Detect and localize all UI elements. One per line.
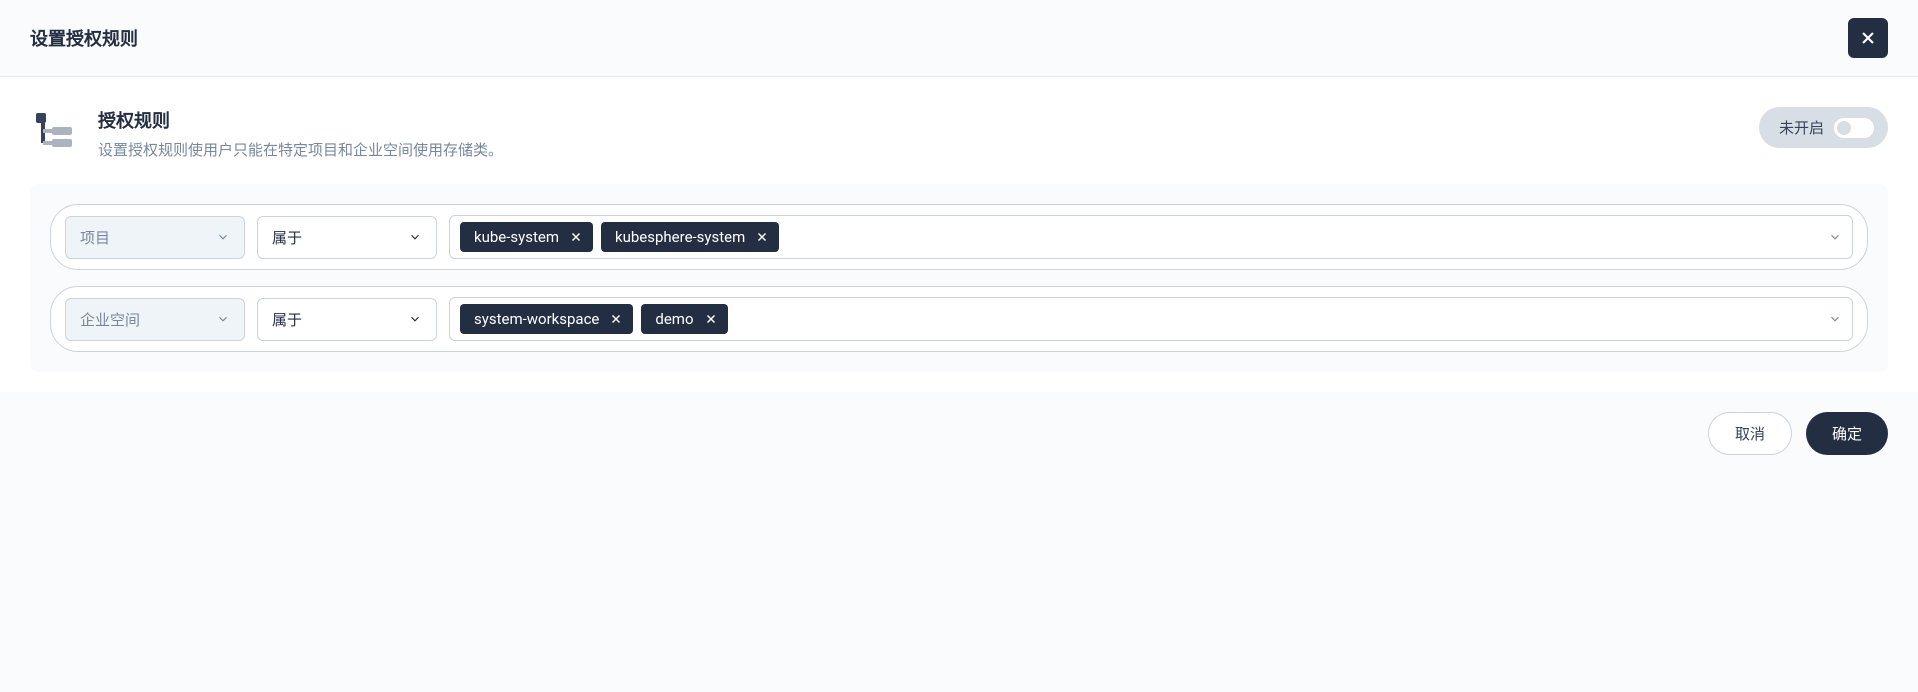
tag-label: kubesphere-system: [615, 228, 745, 246]
remove-tag-icon[interactable]: [704, 312, 718, 326]
modal-header: 设置授权规则: [0, 0, 1918, 77]
tag-input-project[interactable]: kube-system kubesphere-system: [449, 215, 1853, 259]
tag-kube-system: kube-system: [460, 222, 593, 252]
scope-select-project[interactable]: 项目: [65, 216, 245, 259]
chevron-down-icon: [408, 230, 422, 244]
modal-body: 授权规则 设置授权规则使用户只能在特定项目和企业空间使用存储类。 未开启 项目 …: [0, 77, 1918, 392]
section-header: 授权规则 设置授权规则使用户只能在特定项目和企业空间使用存储类。 未开启: [30, 107, 1888, 160]
operator-select-project[interactable]: 属于: [257, 216, 437, 259]
rules-icon: [30, 107, 78, 155]
operator-select-workspace[interactable]: 属于: [257, 298, 437, 341]
enable-toggle[interactable]: 未开启: [1759, 107, 1888, 148]
remove-tag-icon[interactable]: [609, 312, 623, 326]
confirm-button[interactable]: 确定: [1806, 412, 1888, 455]
remove-tag-icon[interactable]: [569, 230, 583, 244]
scope-select-label: 企业空间: [80, 309, 140, 330]
operator-select-label: 属于: [272, 227, 302, 248]
tag-label: demo: [655, 310, 693, 328]
modal-footer: 取消 确定: [0, 392, 1918, 475]
scope-select-label: 项目: [80, 227, 110, 248]
toggle-label: 未开启: [1779, 117, 1824, 138]
tag-system-workspace: system-workspace: [460, 304, 633, 334]
rules-container: 项目 属于 kube-system kubesphere-system: [30, 184, 1888, 372]
close-icon: [1858, 28, 1878, 48]
tag-input-workspace[interactable]: system-workspace demo: [449, 297, 1853, 341]
tag-label: system-workspace: [474, 310, 599, 328]
remove-tag-icon[interactable]: [755, 230, 769, 244]
section-description: 设置授权规则使用户只能在特定项目和企业空间使用存储类。: [98, 139, 503, 160]
rule-row-project: 项目 属于 kube-system kubesphere-system: [50, 204, 1868, 270]
chevron-down-icon[interactable]: [1828, 312, 1842, 326]
toggle-switch-icon: [1834, 118, 1874, 138]
section-text: 授权规则 设置授权规则使用户只能在特定项目和企业空间使用存储类。: [98, 107, 503, 160]
tag-label: kube-system: [474, 228, 559, 246]
chevron-down-icon[interactable]: [1828, 230, 1842, 244]
chevron-down-icon: [216, 312, 230, 326]
chevron-down-icon: [408, 312, 422, 326]
scope-select-workspace[interactable]: 企业空间: [65, 298, 245, 341]
rule-row-workspace: 企业空间 属于 system-workspace demo: [50, 286, 1868, 352]
tag-kubesphere-system: kubesphere-system: [601, 222, 779, 252]
section-title: 授权规则: [98, 107, 503, 133]
cancel-button[interactable]: 取消: [1708, 412, 1792, 455]
operator-select-label: 属于: [272, 309, 302, 330]
modal-title: 设置授权规则: [30, 25, 138, 51]
chevron-down-icon: [216, 230, 230, 244]
close-button[interactable]: [1848, 18, 1888, 58]
tag-demo: demo: [641, 304, 727, 334]
section-header-left: 授权规则 设置授权规则使用户只能在特定项目和企业空间使用存储类。: [30, 107, 503, 160]
